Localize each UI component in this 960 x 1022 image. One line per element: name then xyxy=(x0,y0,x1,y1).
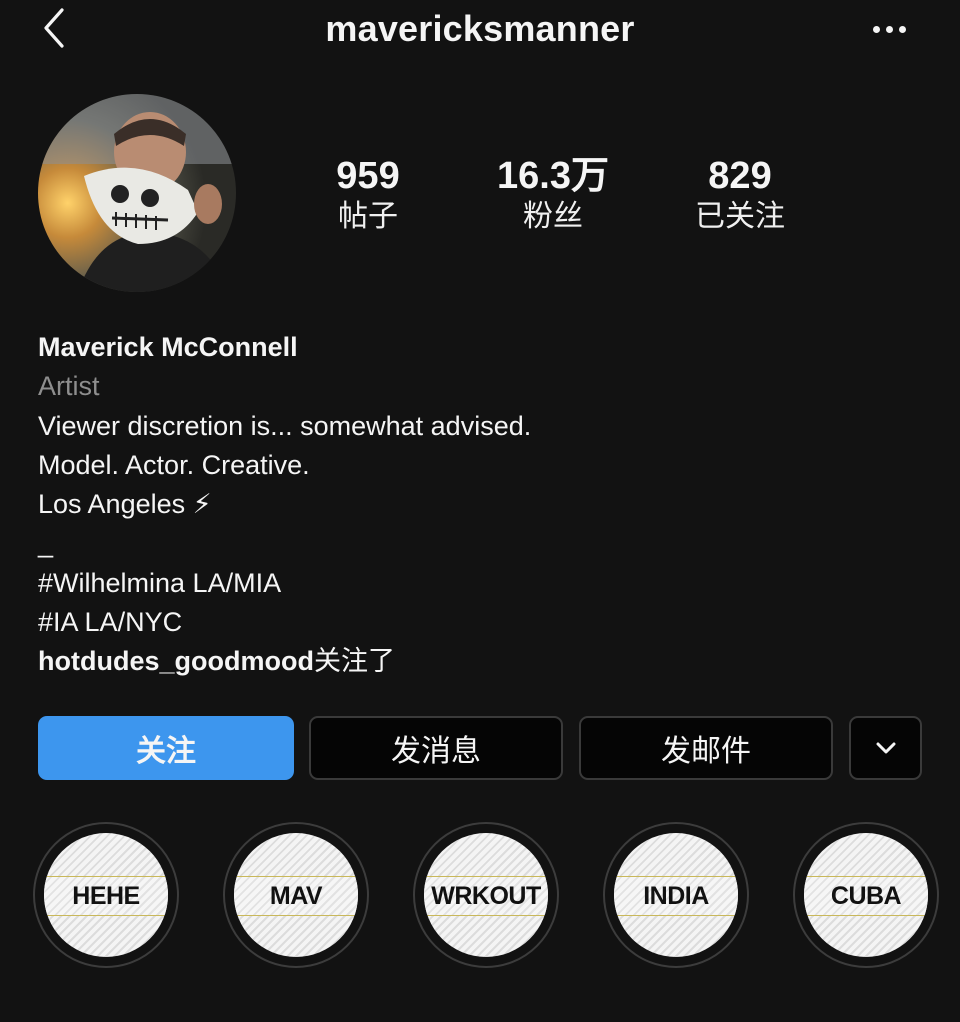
posts-count-value: 959 xyxy=(336,155,400,197)
suggested-accounts-button[interactable] xyxy=(849,716,922,780)
highlight-label: INDIA xyxy=(614,876,738,916)
bio-hashtag-link[interactable]: #Wilhelmina LA/MIA xyxy=(38,564,918,603)
followers-count-value: 16.3万 xyxy=(497,155,609,197)
posts-count[interactable]: 959 帖子 xyxy=(268,154,468,236)
story-highlight[interactable]: INDIA xyxy=(603,822,749,968)
followers-count-label: 粉丝 xyxy=(523,200,583,233)
bio-line: Model. Actor. Creative. xyxy=(38,449,310,480)
follow-button[interactable]: 关注 xyxy=(38,716,294,780)
followed-by-username[interactable]: hotdudes_goodmood xyxy=(38,646,314,676)
highlight-cover: WRKOUT xyxy=(424,833,548,957)
highlight-cover: MAV xyxy=(234,833,358,957)
bio-line: Los Angeles ⚡ xyxy=(38,489,212,520)
highlight-label: HEHE xyxy=(44,876,168,916)
email-button[interactable]: 发邮件 xyxy=(579,716,833,780)
following-count[interactable]: 829 已关注 xyxy=(640,154,840,236)
profile-bio: Maverick McConnell Artist Viewer discret… xyxy=(38,328,918,682)
highlight-label: MAV xyxy=(234,876,358,916)
highlight-label: WRKOUT xyxy=(424,876,548,916)
followed-by-line[interactable]: hotdudes_goodmood关注了 xyxy=(38,642,918,681)
top-navigation-bar: mavericksmanner xyxy=(0,0,960,64)
profile-category: Artist xyxy=(38,371,100,402)
highlight-cover: INDIA xyxy=(614,833,738,957)
profile-display-name: Maverick McConnell xyxy=(38,332,298,362)
bio-hashtag-link[interactable]: #IA LA/NYC xyxy=(38,603,918,642)
bio-line: Viewer discretion is... somewhat advised… xyxy=(38,410,532,441)
avatar-photo xyxy=(38,94,236,292)
following-count-value: 829 xyxy=(708,155,772,197)
bio-line: _ xyxy=(38,528,54,559)
profile-action-buttons: 关注 发消息 发邮件 xyxy=(38,716,922,782)
chevron-down-icon xyxy=(876,742,895,754)
story-highlight[interactable]: WRKOUT xyxy=(413,822,559,968)
story-highlight[interactable]: CUBA xyxy=(793,822,939,968)
followed-by-suffix: 关注了 xyxy=(313,646,395,677)
followers-count[interactable]: 16.3万 粉丝 xyxy=(453,154,653,236)
highlight-label: CUBA xyxy=(804,876,928,916)
profile-avatar[interactable] xyxy=(38,94,236,292)
more-horizontal-icon xyxy=(873,26,880,33)
following-count-label: 已关注 xyxy=(695,200,785,233)
posts-count-label: 帖子 xyxy=(338,200,398,233)
story-highlight[interactable]: HEHE xyxy=(33,822,179,968)
profile-username-title: mavericksmanner xyxy=(325,8,635,49)
story-highlight[interactable]: MAV xyxy=(223,822,369,968)
more-options-button[interactable] xyxy=(873,26,906,33)
highlight-cover: HEHE xyxy=(44,833,168,957)
highlight-cover: CUBA xyxy=(804,833,928,957)
message-button[interactable]: 发消息 xyxy=(309,716,563,780)
